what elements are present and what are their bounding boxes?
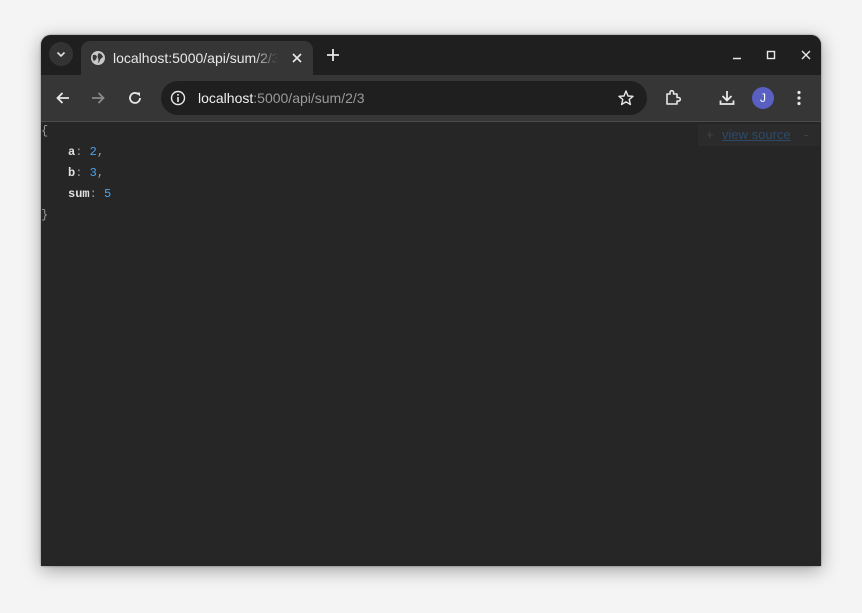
view-source-link[interactable]: view source (722, 124, 791, 146)
back-button[interactable] (51, 86, 75, 110)
browser-window: localhost:5000/api/sum/2/3 localhost:500… (41, 35, 821, 566)
profile-avatar[interactable]: J (752, 87, 774, 109)
tab-strip: localhost:5000/api/sum/2/3 (41, 35, 821, 75)
json-value: 2 (89, 145, 97, 159)
chevron-down-icon (56, 51, 66, 58)
reload-button[interactable] (123, 86, 147, 110)
globe-icon (91, 51, 105, 65)
maximize-icon[interactable] (763, 47, 779, 63)
downloads-button[interactable] (715, 86, 739, 110)
new-tab-icon[interactable] (323, 45, 343, 65)
reload-icon (129, 92, 141, 104)
minimize-icon[interactable] (729, 47, 745, 63)
expand-icon[interactable]: + (706, 124, 714, 146)
star-icon[interactable] (617, 89, 635, 107)
json-entry-a: a: 2, (68, 145, 105, 159)
json-close-brace: } (41, 208, 49, 222)
info-icon[interactable] (170, 90, 186, 106)
url-path: :5000/api/sum/2/3 (253, 90, 365, 106)
tab-title: localhost:5000/api/sum/2/3 (113, 50, 278, 66)
url-host: localhost (198, 90, 254, 106)
collapse-icon[interactable]: - (804, 124, 808, 146)
address-bar[interactable]: localhost:5000/api/sum/2/3 (161, 81, 647, 115)
puzzle-icon (666, 89, 682, 105)
extensions-button[interactable] (661, 86, 685, 110)
download-icon (719, 91, 735, 105)
page-content: { a: 2, b: 3, sum: 5 } + view source - (41, 122, 821, 566)
toolbar: localhost:5000/api/sum/2/3 J (41, 75, 821, 122)
forward-button[interactable] (86, 86, 110, 110)
arrow-right-icon (92, 92, 105, 104)
close-icon[interactable] (289, 50, 305, 66)
json-entry-b: b: 3, (68, 166, 105, 180)
url-text: localhost:5000/api/sum/2/3 (198, 88, 365, 108)
json-open-brace: { (41, 124, 49, 138)
json-key: sum (68, 187, 90, 201)
json-value: 5 (104, 187, 112, 201)
json-value: 3 (89, 166, 97, 180)
json-entry-sum: sum: 5 (68, 187, 112, 201)
menu-button[interactable] (787, 86, 811, 110)
window-close-icon[interactable] (798, 47, 814, 63)
arrow-left-icon (56, 92, 69, 104)
tab-search-button[interactable] (49, 42, 73, 66)
active-tab[interactable]: localhost:5000/api/sum/2/3 (81, 41, 313, 75)
view-source-toggle[interactable]: + view source - (698, 124, 820, 146)
more-vertical-icon (797, 90, 801, 106)
